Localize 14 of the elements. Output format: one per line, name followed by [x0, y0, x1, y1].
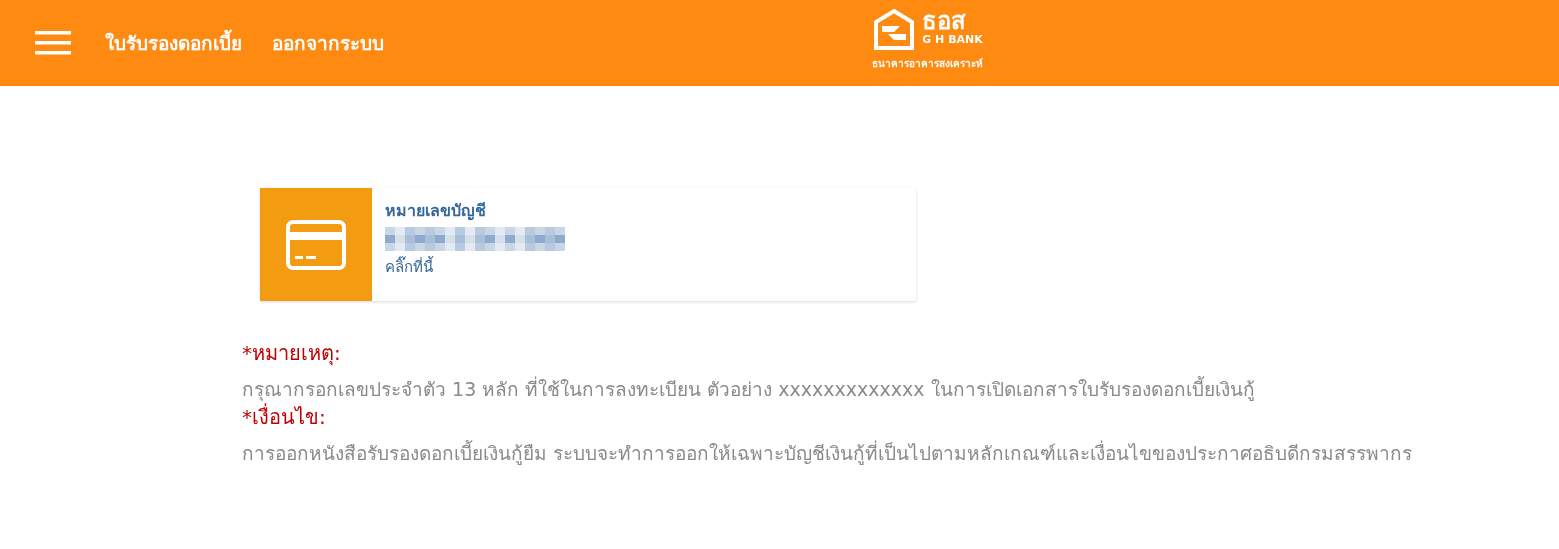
logo-brand: G H BANK	[922, 34, 983, 46]
note-text: การออกหนังสือรับรองดอกเบี้ยเงินกู้ยืม ระบบจะทำการออกให้เฉพาะบัญชีเงินกู้ที่เป็นไปตามหลักเกณฑ์และเงื่อนไขของประกาศอธิบดีกรมสรรพากร	[242, 439, 1414, 467]
note-text: กรุณากรอกเลขประจำตัว 13 หลัก ที่ใช้ในการลงทะเบียน ตัวอย่าง xxxxxxxxxxxxx ในการเปิดเอกสารใบรับรองดอกเบี้ยเงินกู้	[242, 375, 1256, 403]
click-here-link[interactable]: คลิ๊กที่นี้	[385, 255, 565, 279]
nav-link[interactable]: ใบรับรองดอกเบี้ย	[105, 28, 242, 58]
credit-card-icon	[286, 219, 346, 270]
logo-name: ธอส	[922, 8, 968, 34]
note-heading: *หมายเหตุ:	[242, 340, 342, 367]
logo-subtitle: ธนาคารอาคารสงเคราะห์	[872, 57, 983, 71]
card-title: หมายเลขบัญชี	[385, 200, 487, 223]
menu-icon[interactable]	[35, 31, 71, 55]
note-heading: *เงื่อนไข:	[242, 403, 327, 431]
house-logo-icon	[872, 8, 916, 52]
nav-link[interactable]: ออกจากระบบ	[272, 28, 384, 58]
